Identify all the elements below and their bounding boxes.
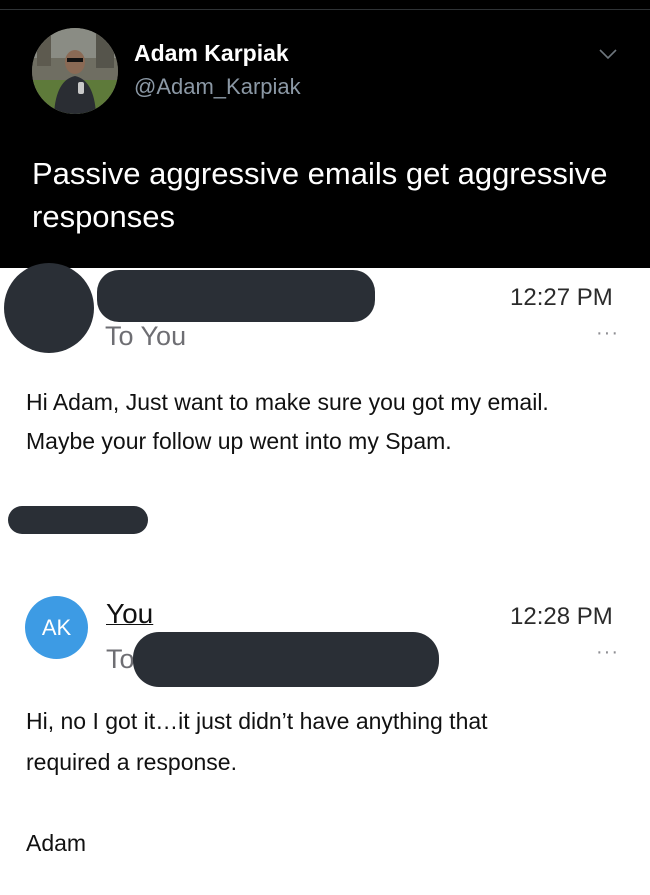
email2-time: 12:28 PM bbox=[510, 603, 613, 630]
author-name[interactable]: Adam Karpiak bbox=[134, 40, 289, 67]
email2-sender: You bbox=[106, 598, 154, 629]
ak-avatar-initials: AK bbox=[41, 615, 72, 640]
sender-avatar-redacted bbox=[4, 263, 94, 353]
email2-recipient-label: To bbox=[106, 644, 135, 674]
divider bbox=[0, 9, 650, 10]
email2-body-line1: Hi, no I got it…it just didn’t have anyt… bbox=[26, 708, 488, 734]
author-avatar[interactable] bbox=[32, 28, 118, 114]
ak-avatar[interactable]: AK bbox=[25, 596, 88, 659]
email2-body-line2: required a response. bbox=[26, 749, 237, 775]
tweet-card: Adam Karpiak @Adam_Karpiak Passive aggre… bbox=[0, 0, 650, 268]
chevron-down-icon[interactable] bbox=[598, 47, 618, 65]
tweet-text: Passive aggressive emails get aggressive… bbox=[32, 156, 608, 234]
sender-name-redacted bbox=[97, 270, 375, 322]
email1-time: 12:27 PM bbox=[510, 284, 613, 311]
author-handle[interactable]: @Adam_Karpiak bbox=[134, 74, 301, 100]
recipient-redacted bbox=[133, 632, 439, 687]
more-options-icon[interactable]: ··· bbox=[596, 641, 619, 664]
email1-body-line1: Hi Adam, Just want to make sure you got … bbox=[26, 389, 549, 415]
email1-body-line2: Maybe your follow up went into my Spam. bbox=[26, 428, 452, 454]
email1-recipient: To You bbox=[105, 321, 187, 351]
email2-signature: Adam bbox=[26, 830, 87, 856]
signature-redacted bbox=[8, 506, 148, 534]
more-options-icon[interactable]: ··· bbox=[596, 322, 619, 345]
